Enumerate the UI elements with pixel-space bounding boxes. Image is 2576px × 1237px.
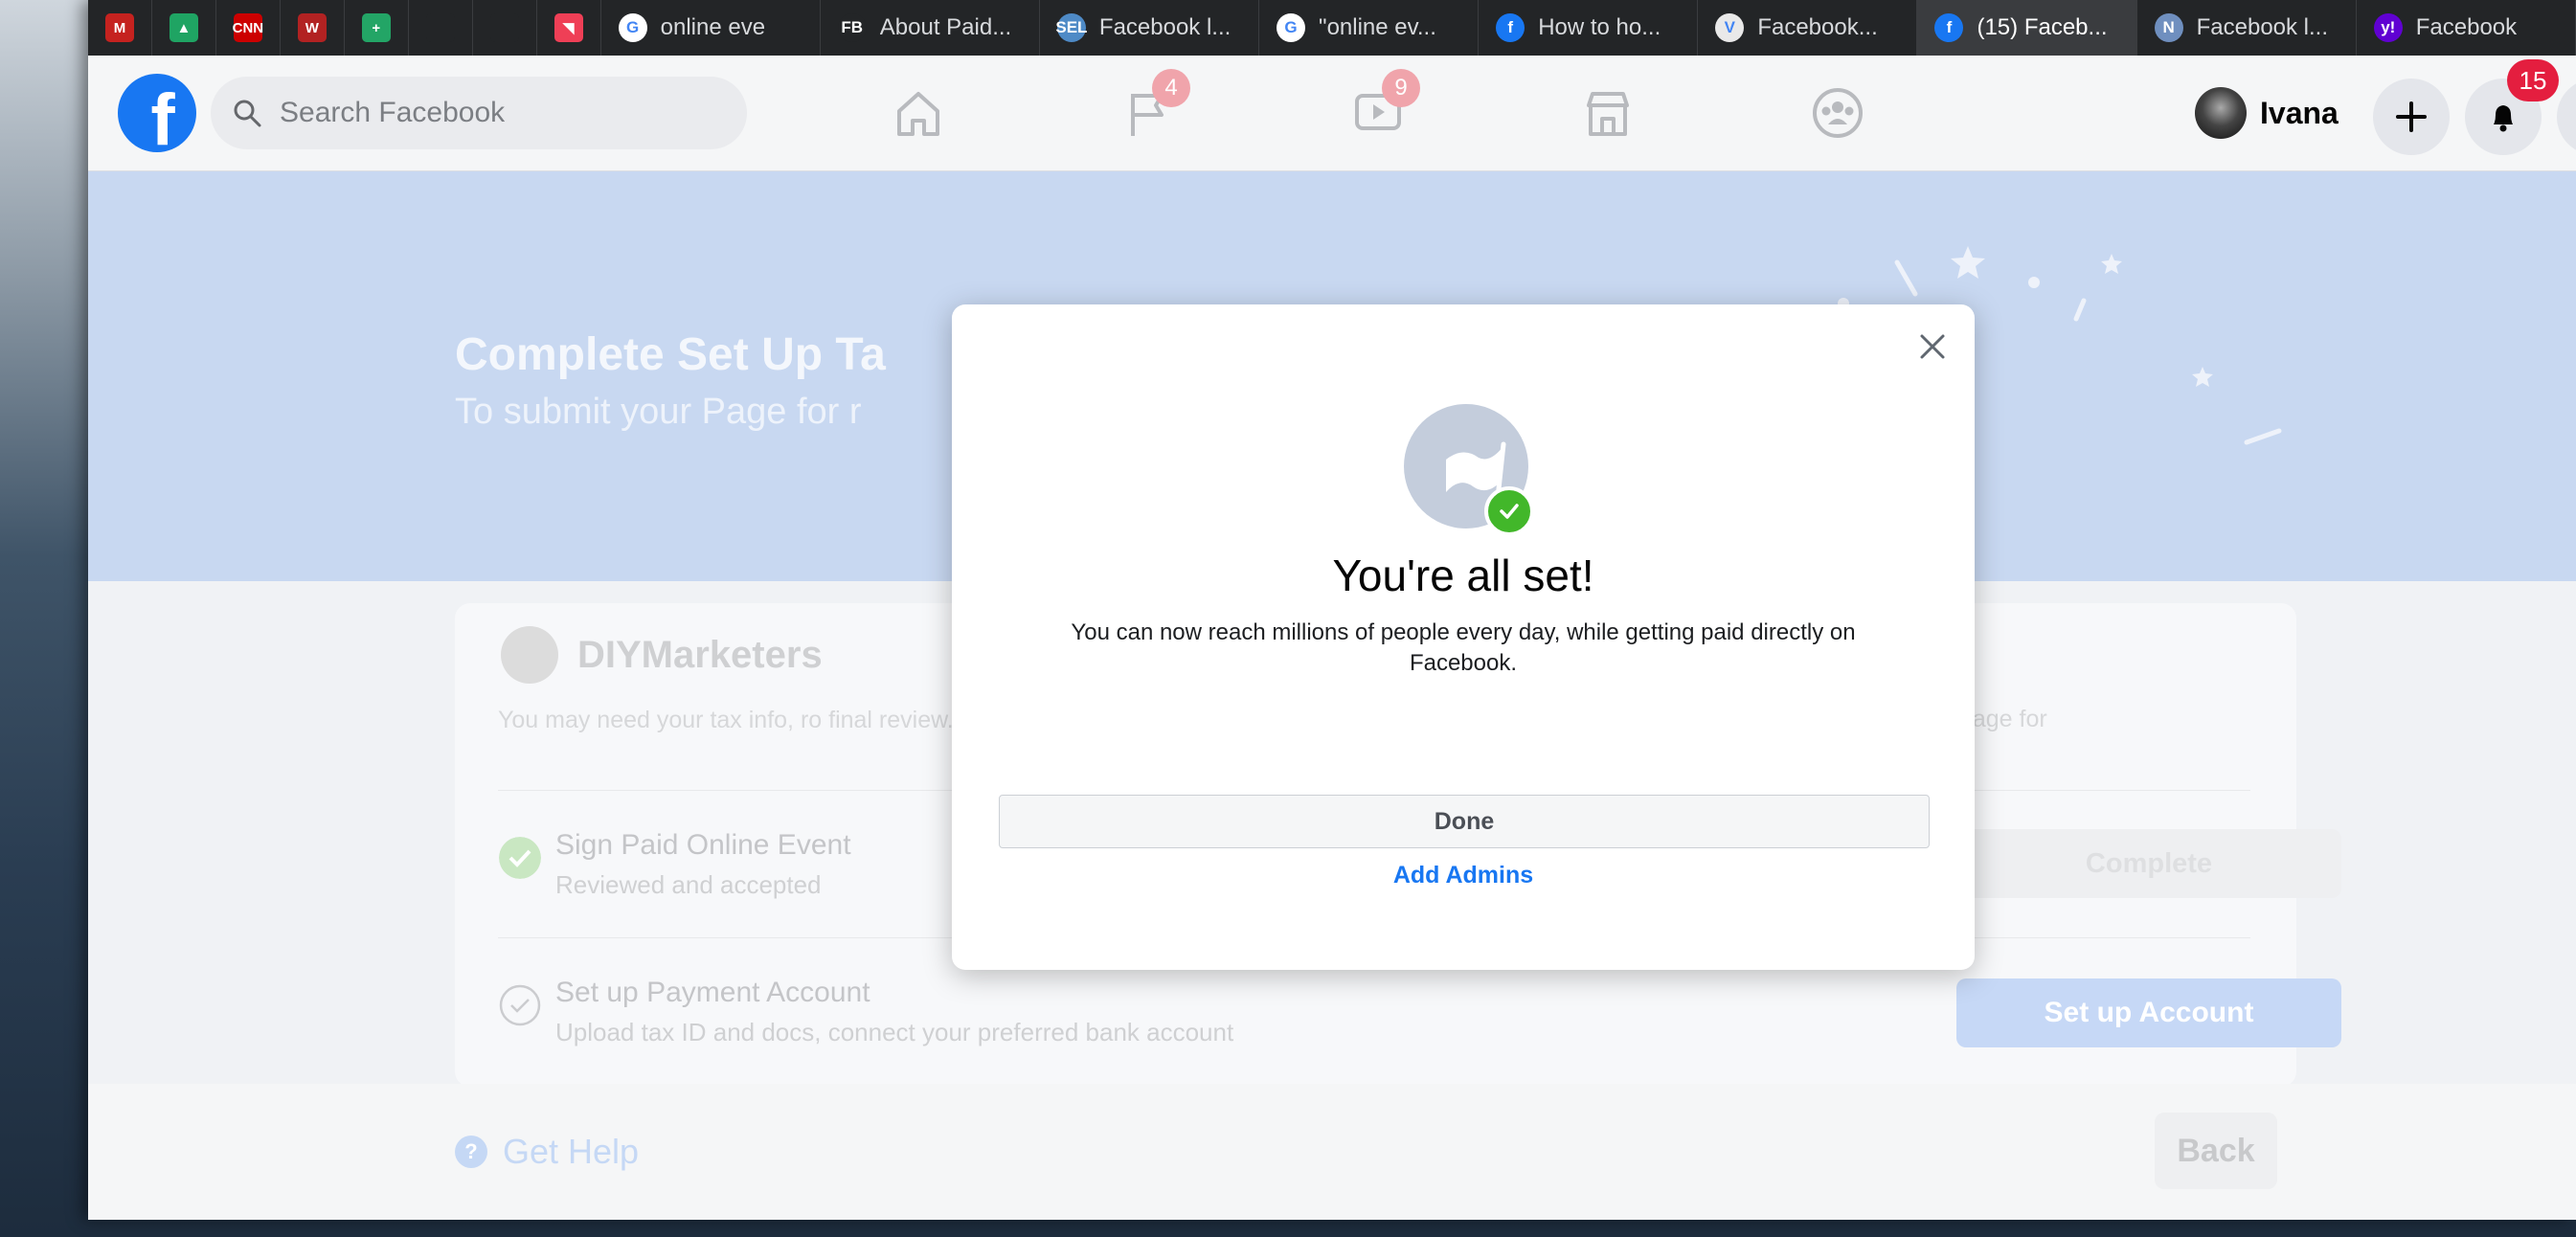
w-icon: W: [297, 13, 327, 42]
n-icon: N: [2154, 13, 2183, 42]
success-check-icon: [1484, 486, 1534, 536]
groups-icon[interactable]: [1807, 82, 1868, 144]
account-menu-button[interactable]: [2557, 79, 2576, 155]
add-admins-link[interactable]: Add Admins: [952, 862, 1975, 889]
google-icon: G: [1277, 13, 1306, 42]
browser-tab[interactable]: N Facebook l...: [2137, 0, 2357, 56]
google-drive-icon: ▲: [169, 13, 198, 42]
close-dialog-button[interactable]: [1911, 326, 1954, 368]
pinned-tab[interactable]: W: [281, 0, 345, 56]
cnn-icon: CNN: [233, 13, 263, 42]
facebook-logo-icon[interactable]: f: [118, 74, 196, 152]
browser-tab[interactable]: G "online ev...: [1259, 0, 1480, 56]
complete-button[interactable]: Complete: [1956, 829, 2341, 898]
browser-window: M ▲ CNN W + ◥ Gonline eve FB About Paid... SEL Fac…: [88, 0, 2576, 1220]
pinned-tab[interactable]: ▲: [152, 0, 216, 56]
page-avatar: [501, 626, 558, 684]
check-outline-icon: [499, 984, 541, 1026]
dialog-title: You're all set!: [1332, 551, 1594, 600]
blank-icon: [425, 13, 455, 42]
plus-icon: [2396, 101, 2427, 132]
browser-tab[interactable]: f (15) Faceb...: [1917, 0, 2137, 56]
facebook-icon: f: [1934, 13, 1964, 42]
browser-tab[interactable]: f How to ho...: [1479, 0, 1699, 56]
browser-tab[interactable]: V Facebook...: [1698, 0, 1918, 56]
bell-icon: [2494, 105, 2513, 132]
tab-title: Facebook: [2415, 14, 2518, 40]
pages-flag-icon[interactable]: 4: [1118, 69, 1190, 144]
pinned-tab[interactable]: [409, 0, 473, 56]
tab-title: "online ev...: [1319, 14, 1436, 40]
set-up-account-button[interactable]: Set up Account: [1956, 978, 2341, 1047]
search-box[interactable]: Search Facebook: [211, 77, 747, 149]
browser-tab-strip: M ▲ CNN W + ◥ Gonline eve FB About Paid... SEL Fac…: [88, 0, 2576, 56]
home-icon[interactable]: [888, 82, 949, 144]
google-icon: G: [618, 13, 647, 42]
question-icon: ?: [455, 1136, 487, 1168]
pocket-icon: ◥: [554, 13, 583, 42]
check-circle-icon: [499, 837, 541, 879]
footer-bar: ? Get Help Back: [88, 1084, 2576, 1220]
step-payment-desc: Upload tax ID and docs, connect your pre…: [555, 1018, 1234, 1046]
tab-title: (15) Faceb...: [1977, 14, 2108, 40]
step-payment-title: Set up Payment Account: [555, 977, 870, 1008]
get-help-label: Get Help: [503, 1132, 640, 1171]
tab-title: online eve: [660, 14, 766, 40]
facebook-header: f Search Facebook 4 9 Ivana 15: [88, 56, 2576, 171]
notifications-button[interactable]: 15: [2465, 59, 2559, 155]
step-sign-event-title: Sign Paid Online Event: [555, 829, 851, 861]
sel-icon: SEL: [1055, 13, 1087, 42]
avatar: [2195, 87, 2247, 139]
dialog-message: You can now reach millions of people eve…: [1071, 619, 1856, 676]
tab-title: About Paid...: [879, 14, 1012, 40]
pinned-tab[interactable]: CNN: [216, 0, 281, 56]
tab-title: How to ho...: [1538, 14, 1661, 40]
pinned-tab[interactable]: +: [345, 0, 409, 56]
close-icon: [1920, 334, 1945, 359]
tab-title: Facebook...: [1757, 14, 1878, 40]
facebook-icon: f: [1496, 13, 1525, 42]
browser-tab[interactable]: Gonline eve: [601, 0, 821, 56]
search-input[interactable]: Search Facebook: [280, 97, 505, 129]
notifications-badge: 15: [2507, 59, 2559, 101]
search-icon: [234, 100, 261, 127]
pinned-tab[interactable]: ◥: [537, 0, 601, 56]
gmail-icon: M: [104, 13, 134, 42]
tab-title: Facebook l...: [2196, 14, 2329, 40]
browser-tab[interactable]: y! Facebook: [2357, 0, 2576, 56]
fb-text-icon: FB: [837, 13, 867, 42]
browser-tab[interactable]: FB About Paid...: [821, 0, 1040, 56]
watch-badge: 9: [1382, 69, 1420, 107]
step-sign-event-status: Reviewed and accepted: [555, 870, 822, 899]
tab-title: Facebook l...: [1098, 14, 1232, 40]
get-help-link[interactable]: ? Get Help: [455, 1132, 639, 1172]
profile-chip[interactable]: Ivana: [2195, 82, 2339, 144]
v-icon: V: [1715, 13, 1745, 42]
pages-badge: 4: [1152, 69, 1190, 107]
blank-icon: [489, 13, 519, 42]
create-button[interactable]: [2373, 79, 2450, 155]
google-sheets-icon: +: [361, 13, 391, 42]
browser-tab[interactable]: SEL Facebook l...: [1040, 0, 1260, 56]
pinned-tab[interactable]: [473, 0, 537, 56]
back-button[interactable]: Back: [2155, 1113, 2277, 1189]
watch-video-icon[interactable]: 9: [1347, 69, 1420, 144]
success-dialog: You're all set! You can now reach millio…: [952, 304, 1975, 970]
hero-subtitle: To submit your Page for r: [455, 392, 862, 432]
pinned-tab[interactable]: M: [88, 0, 152, 56]
marketplace-icon[interactable]: [1577, 82, 1638, 144]
page-name: DIYMarketers: [577, 634, 823, 676]
yahoo-icon: y!: [2373, 13, 2403, 42]
done-button[interactable]: Done: [999, 795, 1930, 848]
profile-name: Ivana: [2260, 95, 2339, 130]
hero-title: Complete Set Up Ta: [455, 329, 886, 380]
